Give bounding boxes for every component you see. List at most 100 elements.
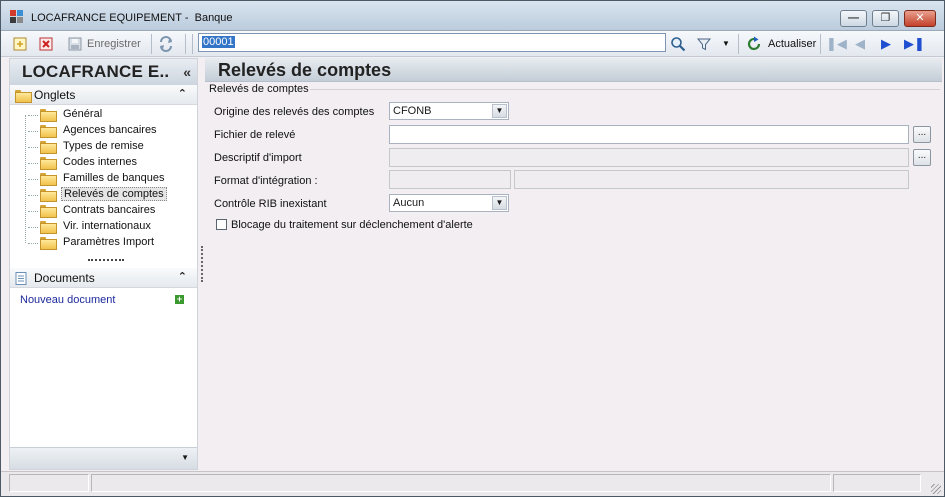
controle-value: Aucun (393, 197, 425, 209)
next-record-icon[interactable]: ▶ (878, 36, 894, 52)
window-title: LOCAFRANCE EQUIPEMENT - Banque (31, 12, 233, 24)
collapse-pane-icon[interactable]: « (183, 64, 191, 80)
navigation-header: LOCAFRANCE E.. « (10, 59, 197, 85)
toolbar-separator (192, 34, 193, 54)
folder-icon (15, 90, 32, 103)
section-resize-handle[interactable] (88, 259, 124, 261)
folder-icon (40, 125, 57, 138)
tree-item-label: Contrats bancaires (63, 204, 156, 216)
tree-item-vir-internationaux[interactable]: Vir. internationaux (28, 219, 198, 235)
resize-grip-icon[interactable] (931, 484, 941, 494)
browse-file-button[interactable]: ... (913, 126, 931, 143)
format-code-input (389, 170, 511, 189)
navigation-title: LOCAFRANCE E.. (22, 62, 170, 81)
app-icon (10, 10, 24, 24)
page-title: Relevés de comptes (218, 60, 392, 80)
format-description-input (514, 170, 909, 189)
fichier-input[interactable] (389, 125, 909, 144)
new-record-icon[interactable] (12, 36, 28, 52)
folder-open-icon (40, 189, 57, 202)
tree-item-general[interactable]: Général (28, 107, 198, 123)
toolbar-separator (185, 34, 186, 54)
status-bar (1, 471, 944, 496)
minimize-icon: — (848, 12, 859, 24)
first-record-icon[interactable]: ❚◀ (826, 36, 847, 52)
controle-label: Contrôle RIB inexistant (214, 198, 327, 210)
group-label: Relevés de comptes (209, 83, 309, 95)
documents-label: Documents (34, 271, 95, 285)
status-cell (833, 474, 921, 492)
title-bar[interactable]: LOCAFRANCE EQUIPEMENT - Banque — ❐ ✕ (1, 1, 944, 31)
toolbar-separator (820, 34, 821, 54)
restore-icon: ❐ (880, 12, 891, 24)
navigation-pane: LOCAFRANCE E.. « Onglets ⌃ Général Agenc… (9, 58, 198, 470)
toolbar-separator (738, 34, 739, 54)
tree-item-label: Agences bancaires (63, 124, 157, 136)
chevron-up-icon[interactable]: ⌃ (178, 270, 187, 283)
document-icon (15, 272, 27, 285)
chevron-down-icon[interactable]: ▼ (492, 104, 507, 118)
tree-item-familles-de-banques[interactable]: Familles de banques (28, 171, 198, 187)
filter-icon[interactable] (696, 36, 712, 52)
status-cell (91, 474, 831, 492)
tree-item-label: Vir. internationaux (63, 220, 151, 232)
group-divider (310, 89, 940, 90)
save-icon (68, 37, 82, 51)
main-window: LOCAFRANCE EQUIPEMENT - Banque — ❐ ✕ Enr… (0, 0, 945, 497)
fichier-label: Fichier de relevé (214, 129, 296, 141)
tree-item-label: Codes internes (63, 156, 137, 168)
documents-section-header[interactable]: Documents ⌃ (10, 268, 197, 288)
folder-icon (40, 237, 57, 250)
format-label: Format d'intégration : (214, 175, 318, 187)
refresh-button[interactable]: Actualiser (768, 38, 816, 50)
page-header: Relevés de comptes (205, 58, 942, 82)
last-record-icon[interactable]: ▶❚ (904, 36, 925, 52)
close-button[interactable]: ✕ (904, 10, 936, 27)
restore-button[interactable]: ❐ (872, 10, 899, 27)
descriptif-input (389, 148, 909, 167)
origine-label: Origine des relevés des comptes (214, 106, 375, 118)
toolbar-separator (151, 34, 152, 54)
tree-item-releves-de-comptes[interactable]: Relevés de comptes (28, 187, 198, 203)
tree-item-agences-bancaires[interactable]: Agences bancaires (28, 123, 198, 139)
descriptif-label: Descriptif d'import (214, 152, 302, 164)
tree-item-codes-internes[interactable]: Codes internes (28, 155, 198, 171)
chevron-down-icon[interactable]: ▼ (492, 196, 507, 210)
blocage-label[interactable]: Blocage du traitement sur déclenchement … (231, 219, 473, 231)
tree-item-label: Familles de banques (63, 172, 165, 184)
tree-item-types-de-remise[interactable]: Types de remise (28, 139, 198, 155)
toolbar: Enregistrer 00001 ▼ Actualiser ❚◀ ◀ ▶ ▶❚ (1, 31, 944, 57)
origine-value: CFONB (393, 105, 432, 117)
navigation-footer[interactable]: ▼ (10, 447, 197, 469)
search-icon[interactable] (670, 36, 686, 52)
minimize-button[interactable]: — (840, 10, 867, 27)
blocage-checkbox[interactable] (216, 219, 227, 230)
add-icon[interactable]: + (175, 295, 184, 304)
record-code-input[interactable]: 00001 (198, 33, 666, 52)
tree-item-parametres-import[interactable]: Paramètres Import (28, 235, 198, 251)
tree-connector (25, 115, 26, 243)
folder-icon (40, 141, 57, 154)
previous-record-icon[interactable]: ◀ (852, 36, 868, 52)
close-icon: ✕ (915, 12, 925, 24)
tree-item-label: Paramètres Import (63, 236, 155, 248)
new-document-link[interactable]: Nouveau document (20, 294, 115, 306)
tree-item-label: Général (63, 108, 103, 120)
folder-icon (40, 157, 57, 170)
refresh-icon[interactable] (746, 36, 762, 52)
sync-icon[interactable] (158, 36, 174, 52)
save-button[interactable]: Enregistrer (87, 38, 141, 50)
tree-item-contrats-bancaires[interactable]: Contrats bancaires (28, 203, 198, 219)
tree-item-label: Relevés de comptes (61, 187, 167, 201)
onglets-section-header[interactable]: Onglets ⌃ (10, 85, 197, 105)
browse-descriptif-button[interactable]: ... (913, 149, 931, 166)
status-cell (9, 474, 89, 492)
origine-select[interactable]: CFONB ▼ (389, 102, 509, 120)
filter-dropdown-icon[interactable]: ▼ (722, 39, 730, 48)
pane-splitter[interactable] (201, 246, 203, 282)
folder-icon (40, 109, 57, 122)
chevron-up-icon[interactable]: ⌃ (178, 87, 187, 100)
controle-select[interactable]: Aucun ▼ (389, 194, 509, 212)
delete-icon[interactable] (38, 36, 54, 52)
chevron-down-icon[interactable]: ▼ (181, 453, 189, 462)
